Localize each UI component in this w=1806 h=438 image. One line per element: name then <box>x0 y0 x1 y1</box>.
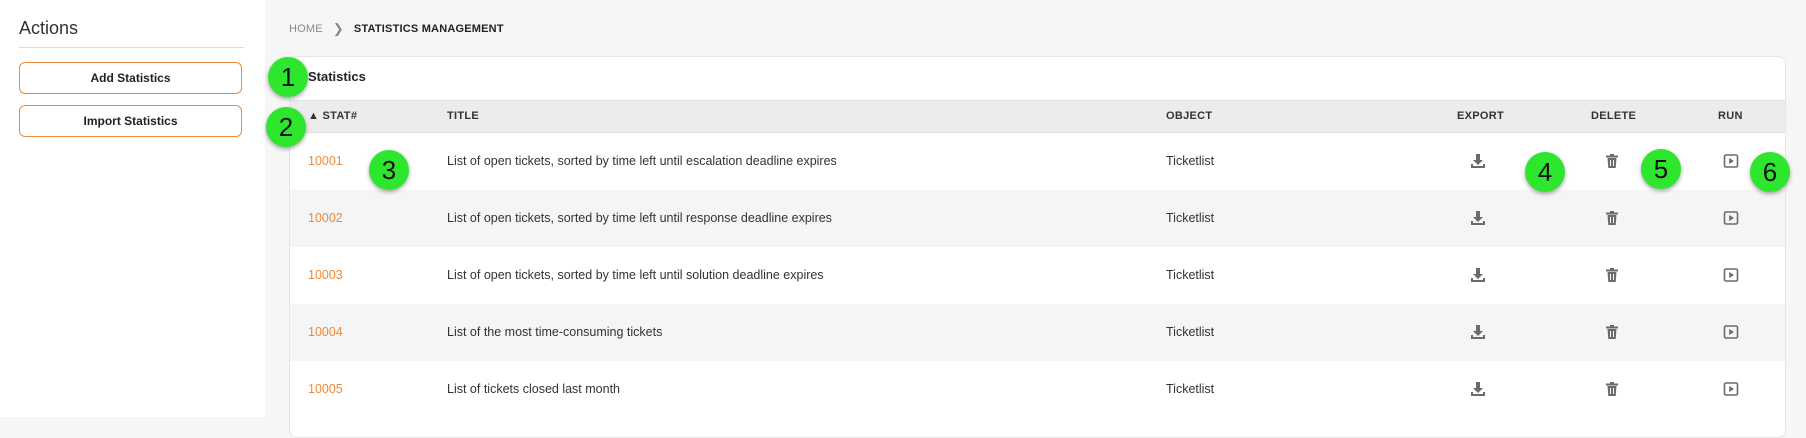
chevron-right-icon: ❯ <box>332 21 344 36</box>
import-statistics-button[interactable]: Import Statistics <box>19 105 242 137</box>
stat-number-link[interactable]: 10001 <box>308 133 343 190</box>
stat-number-link[interactable]: 10004 <box>308 304 343 361</box>
table-row[interactable]: 10004 List of the most time-consuming tic… <box>290 304 1785 361</box>
stat-number-link[interactable]: 10003 <box>308 247 343 304</box>
stat-object: Ticketlist <box>1166 211 1215 225</box>
trash-icon[interactable] <box>1604 381 1620 397</box>
table-row[interactable]: 10002 List of open tickets, sorted by tim… <box>290 190 1785 247</box>
trash-icon[interactable] <box>1604 210 1620 226</box>
trash-icon[interactable] <box>1604 153 1620 169</box>
table-row[interactable]: 10005 List of tickets closed last month Ti… <box>290 361 1785 418</box>
actions-sidebar: Actions Add Statistics Import Statistics <box>0 0 265 417</box>
column-header-title[interactable]: TITLE <box>447 101 479 132</box>
add-statistics-button[interactable]: Add Statistics <box>19 62 242 94</box>
statistics-panel: Statistics ▲ STAT# TITLE OBJECT EXPORT D… <box>289 56 1786 438</box>
sidebar-title: Actions <box>19 18 79 38</box>
trash-icon[interactable] <box>1604 267 1620 283</box>
stat-object: Ticketlist <box>1166 154 1215 168</box>
breadcrumb: HOME ❯ STATISTICS MANAGEMENT <box>289 21 504 37</box>
download-icon[interactable] <box>1470 153 1486 169</box>
download-icon[interactable] <box>1470 210 1486 226</box>
callout-6: 6 <box>1750 152 1790 192</box>
stat-title: List of open tickets, sorted by time lef… <box>447 268 824 282</box>
stat-object: Ticketlist <box>1166 325 1215 339</box>
table-header: ▲ STAT# TITLE OBJECT EXPORT DELETE RUN <box>290 100 1785 133</box>
stat-title: List of tickets closed last month <box>447 382 620 396</box>
stat-number-link[interactable]: 10002 <box>308 190 343 247</box>
breadcrumb-current: STATISTICS MANAGEMENT <box>353 23 504 35</box>
table-row[interactable]: 10003 List of open tickets, sorted by tim… <box>290 247 1785 304</box>
stat-object: Ticketlist <box>1166 268 1215 282</box>
callout-3: 3 <box>369 150 409 190</box>
sidebar-divider <box>19 47 244 48</box>
play-icon[interactable] <box>1723 153 1739 169</box>
download-icon[interactable] <box>1470 381 1486 397</box>
callout-2: 2 <box>266 107 306 147</box>
column-header-export: EXPORT <box>1457 110 1505 122</box>
stat-title: List of the most time-consuming tickets <box>447 325 663 339</box>
trash-icon[interactable] <box>1604 324 1620 340</box>
play-icon[interactable] <box>1723 324 1739 340</box>
stat-number-link[interactable]: 10005 <box>308 361 343 418</box>
column-header-object[interactable]: OBJECT <box>1166 101 1212 132</box>
download-icon[interactable] <box>1470 324 1486 340</box>
callout-1: 1 <box>268 57 308 97</box>
play-icon[interactable] <box>1723 267 1739 283</box>
stat-title: List of open tickets, sorted by time lef… <box>447 154 837 168</box>
download-icon[interactable] <box>1470 267 1486 283</box>
callout-5: 5 <box>1641 149 1681 189</box>
play-icon[interactable] <box>1723 381 1739 397</box>
callout-4: 4 <box>1525 152 1565 192</box>
column-header-stat[interactable]: ▲ STAT# <box>308 101 357 132</box>
column-header-delete: DELETE <box>1591 110 1637 122</box>
stat-title: List of open tickets, sorted by time lef… <box>447 211 832 225</box>
column-header-run: RUN <box>1718 110 1743 122</box>
panel-title: Statistics <box>308 69 366 84</box>
breadcrumb-home[interactable]: HOME <box>289 23 323 35</box>
play-icon[interactable] <box>1723 210 1739 226</box>
stat-object: Ticketlist <box>1166 382 1215 396</box>
